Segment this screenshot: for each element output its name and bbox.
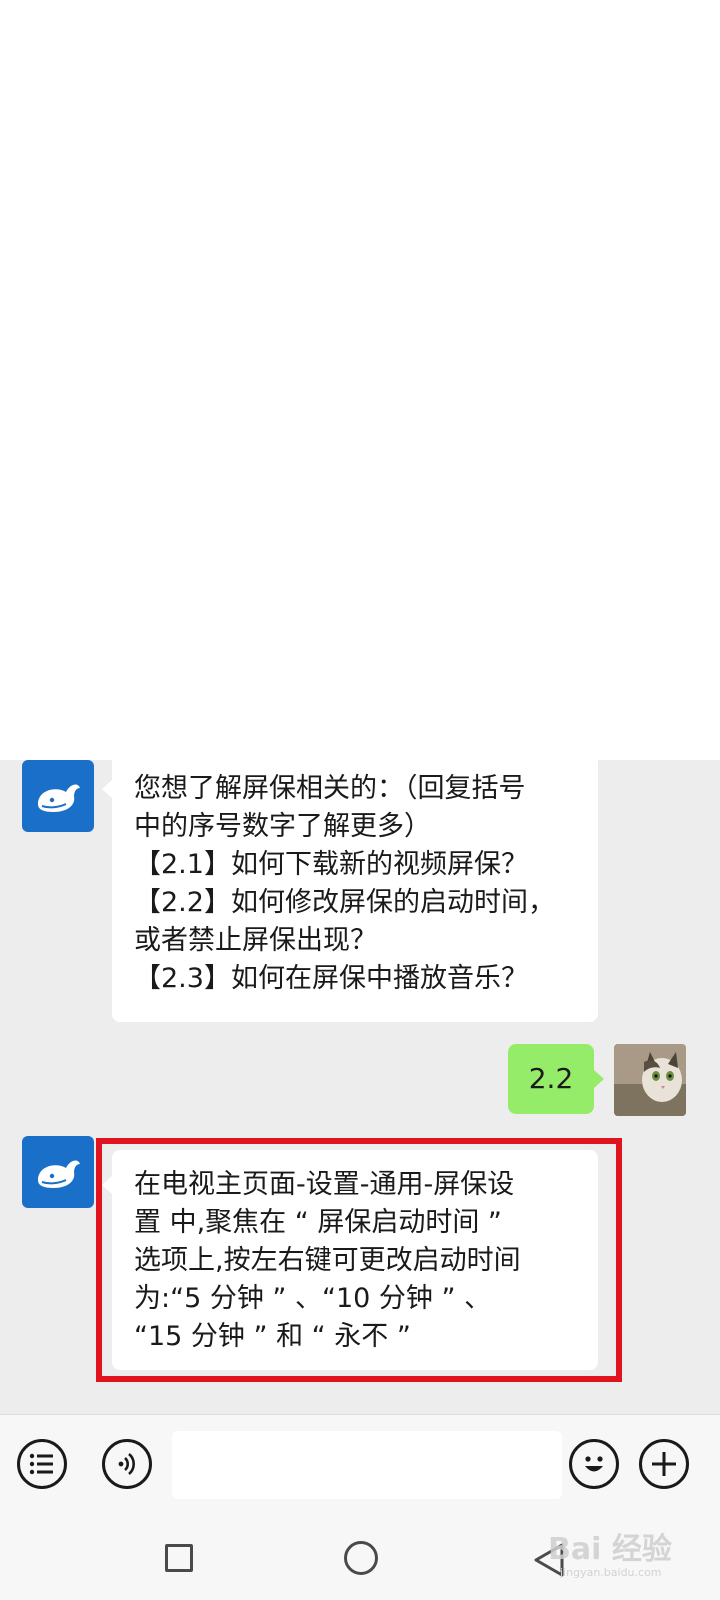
message-bubble-bot[interactable]: 您想了解屏保相关的：（回复括号 中的序号数字了解更多） 【2.1】如何下载新的视…: [102, 754, 598, 1022]
voice-icon: [118, 1453, 135, 1475]
message-line: 为:“5 分钟 ” 、“10 分钟 ” 、: [134, 1283, 492, 1314]
message-line: 置 中,聚焦在 “ 屏保启动时间 ”: [134, 1207, 502, 1238]
message-text: 2.2: [528, 1062, 574, 1095]
user-avatar[interactable]: [614, 1044, 686, 1116]
watermark: Bai 经验: [548, 1524, 672, 1568]
voice-button[interactable]: [102, 1439, 152, 1489]
plus-icon: [652, 1452, 676, 1476]
message-line: 【2.3】如何在屏保中播放音乐？: [134, 963, 528, 994]
emoji-button[interactable]: [569, 1439, 619, 1489]
message-line: 您想了解屏保相关的：（回复括号: [134, 773, 526, 804]
message-line: 【2.1】如何下载新的视频屏保？: [134, 849, 528, 880]
bot-avatar[interactable]: [22, 760, 94, 832]
cat-photo: [614, 1044, 686, 1116]
message-line: 【2.2】如何修改屏保的启动时间，: [134, 887, 555, 918]
message-input[interactable]: [172, 1431, 562, 1499]
home-button[interactable]: [344, 1541, 378, 1575]
message-line: “15 分钟 ” 和 “ 永不 ”: [134, 1321, 411, 1352]
message-line: 或者禁止屏保出现？: [134, 925, 377, 956]
message-bubble-bot[interactable]: 在电视主页面-设置-通用-屏保设 置 中,聚焦在 “ 屏保启动时间 ” 选项上,…: [102, 1150, 598, 1370]
watermark-url: jingyan.baidu.com: [560, 1566, 662, 1579]
list-icon: [29, 1453, 53, 1475]
input-bar: [0, 1414, 720, 1514]
message-line: 中的序号数字了解更多）: [134, 811, 431, 842]
menu-button[interactable]: [17, 1439, 67, 1489]
whale-icon: [38, 784, 80, 812]
add-button[interactable]: [639, 1439, 689, 1489]
bot-avatar[interactable]: [22, 1136, 94, 1208]
message-line: 选项上,按左右键可更改启动时间: [134, 1245, 521, 1276]
watermark-text: Bai 经验: [548, 1532, 672, 1567]
whale-icon: [38, 1160, 80, 1188]
recent-apps-button[interactable]: [165, 1544, 193, 1572]
emoji-icon: [585, 1456, 603, 1472]
chat-area[interactable]: 您想了解屏保相关的：（回复括号 中的序号数字了解更多） 【2.1】如何下载新的视…: [0, 754, 720, 1414]
message-line: 在电视主页面-设置-通用-屏保设: [134, 1169, 515, 1200]
blank-area: [0, 0, 720, 760]
message-bubble-user[interactable]: 2.2: [508, 1044, 604, 1114]
